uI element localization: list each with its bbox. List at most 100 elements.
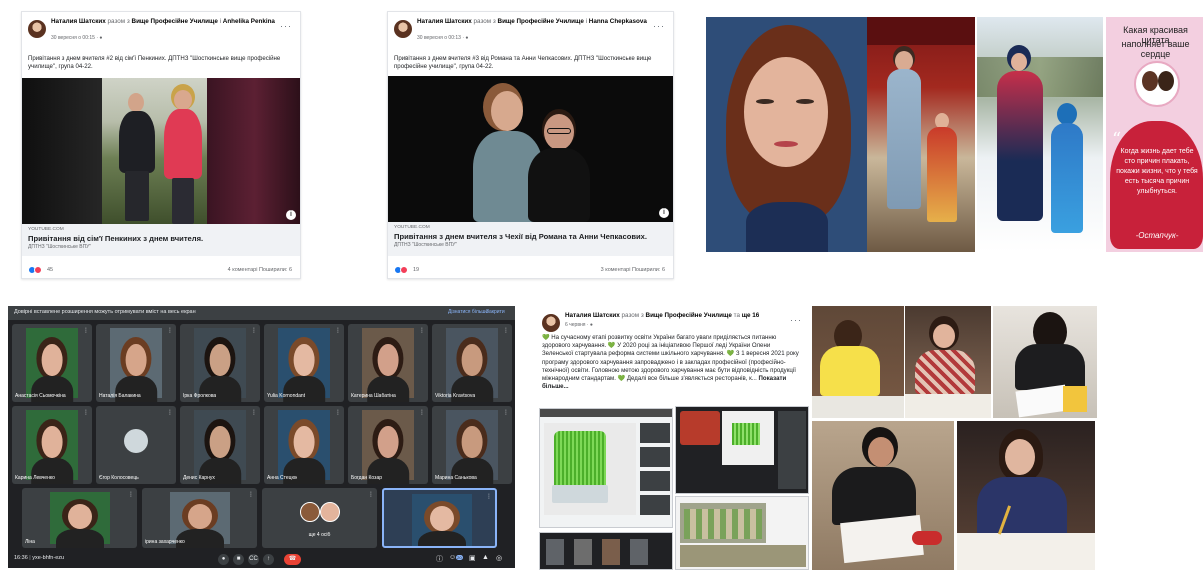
meeting-time: 16:36 | yxe-bhfn-ezu (14, 555, 64, 561)
mic-muted-icon: ⋮ (335, 328, 341, 334)
info-icon[interactable]: i (659, 208, 669, 218)
participant-count-badge: 20 (456, 555, 463, 560)
more-options-icon[interactable]: ··· (653, 21, 665, 31)
video-feed (278, 328, 330, 402)
tagged-name[interactable]: ще 16 (742, 312, 760, 319)
student-photo-3 (993, 306, 1097, 418)
participant-tile[interactable]: ⋮ Карина Левченко (12, 406, 92, 484)
post-footer: 19 3 коментарі Поширили: 6 (394, 265, 665, 277)
tagged-name[interactable]: Anhelika Penkina (223, 18, 275, 25)
post-date[interactable]: 6 червня · ● (565, 322, 593, 328)
participant-name: Анна Стецюк (267, 475, 298, 481)
student-photo-1 (812, 306, 904, 418)
page-name[interactable]: Вище Професійне Училище (498, 18, 584, 25)
link-title: Привітання від сім'ї Пенкиних з днем вчи… (28, 234, 204, 243)
close-banner-button[interactable]: Закрити (486, 309, 505, 315)
mic-muted-icon: ⋮ (167, 410, 173, 416)
participant-name: ще 4 осіб (308, 532, 331, 538)
link-subtitle: ДПТНЗ "Шосткинське ВПУ" (394, 242, 458, 248)
quote-photo (1134, 61, 1180, 107)
participant-tile[interactable]: ⋮ Денис Карнух (180, 406, 260, 484)
video-feed (446, 410, 498, 484)
participant-tile[interactable]: ⋮ Наталія Балакина (96, 324, 176, 402)
post-date-text: 30 вересня о 00:13 · (417, 35, 466, 41)
author-avatar[interactable] (28, 20, 46, 38)
quote-card: Какая красивая цитата наполняет ваше сер… (1106, 17, 1203, 252)
post-header: Наталия Шатских разом з Вище Професійне … (394, 18, 665, 50)
man-figure (528, 114, 590, 222)
more-options-icon[interactable]: ··· (280, 21, 292, 31)
reactions-count[interactable]: 19 (413, 267, 419, 273)
participant-tile[interactable]: ⋮ Єгор Колосовець (96, 406, 176, 484)
mic-icon[interactable]: ● (218, 554, 229, 565)
meeting-code: yxe-bhfn-ezu (32, 555, 65, 561)
end-call-icon[interactable]: ☎ (284, 554, 301, 565)
avatar (124, 429, 148, 453)
meet-banner-text: Довірні вставлене розширення можуть отри… (14, 309, 196, 315)
participant-tile[interactable]: ⋮ Анна Стецюк (264, 406, 344, 484)
participant-tile[interactable]: ⋮ (382, 488, 497, 548)
and-word: та (733, 312, 740, 319)
mic-muted-icon: ⋮ (251, 410, 257, 416)
author-avatar[interactable] (394, 20, 412, 38)
author-name[interactable]: Наталия Шатских (417, 18, 472, 25)
mic-muted-icon: ⋮ (368, 492, 374, 498)
author-avatar[interactable] (542, 314, 560, 332)
reactions-icons[interactable] (394, 266, 410, 274)
participant-name: Карина Левченко (15, 475, 55, 481)
tagged-name[interactable]: Hanna Chepkasova (589, 18, 647, 25)
activities-icon[interactable]: ▲ (482, 554, 489, 561)
screenshot-meet-grid (539, 532, 673, 570)
participant-tile[interactable]: ⋮ Ірка Фролкова (180, 324, 260, 402)
post-date[interactable]: 30 вересня о 00:13 · ● (417, 35, 468, 41)
participant-tile[interactable]: ⋮ Ліна (22, 488, 137, 548)
post-stats[interactable]: 4 коментарі Поширили: 6 (228, 267, 292, 273)
chat-icon[interactable]: ▣ (469, 554, 476, 562)
video-thumbnail[interactable]: i (22, 78, 300, 224)
link-source: YOUTUBE.COM (394, 225, 430, 230)
more-options-icon[interactable]: ··· (790, 315, 802, 325)
participant-name: Денис Карнух (183, 475, 215, 481)
and-word: і (219, 18, 222, 25)
reactions-count[interactable]: 45 (47, 267, 53, 273)
participant-tile[interactable]: ⋮ Марина Санькова (432, 406, 512, 484)
participant-tile[interactable]: ⋮ Анастасія Сьомочкіна (12, 324, 92, 402)
link-preview[interactable]: YOUTUBE.COM Привітання з днем вчителя з … (388, 222, 673, 256)
portrait-photo (706, 17, 867, 252)
video-feed (362, 410, 414, 484)
quote-signature: -Остапчук- (1135, 231, 1179, 240)
captions-icon[interactable]: CC (248, 554, 259, 565)
student-photo-4 (812, 421, 954, 570)
people-icon[interactable]: ☺20 (449, 554, 463, 561)
author-name[interactable]: Наталия Шатских (565, 312, 620, 319)
others-tile[interactable]: ⋮ ще 4 осіб (262, 488, 377, 548)
participant-tile[interactable]: ⋮ ірина захарченко (142, 488, 257, 548)
link-subtitle: ДПТНЗ "Шосткинське ВПУ" (28, 244, 92, 250)
participant-tile[interactable]: ⋮ Богдан Козар (348, 406, 428, 484)
info-icon[interactable]: i (286, 210, 296, 220)
reactions-icons[interactable] (28, 266, 44, 274)
participant-name: Марина Санькова (435, 475, 477, 481)
participant-tile[interactable]: ⋮ Viktoria Kravtsova (432, 324, 512, 402)
participant-tile[interactable]: ⋮ Yulia Kornondant (264, 324, 344, 402)
host-controls-icon[interactable]: ◎ (496, 554, 502, 562)
post-stats[interactable]: 3 коментарі Поширили: 6 (601, 267, 665, 273)
post-text: 💚 На сучасному етапі розвитку освіти Укр… (542, 334, 802, 404)
quote-body: Когда жизнь дает тебе сто причин плакать… (1116, 148, 1198, 195)
page-name[interactable]: Вище Професійне Училище (132, 18, 218, 25)
author-name[interactable]: Наталия Шатских (51, 18, 106, 25)
video-thumbnail[interactable]: i (388, 76, 673, 222)
present-icon[interactable]: ↑ (263, 554, 274, 565)
page-name[interactable]: Вище Професійне Училище (646, 312, 732, 319)
avatar (299, 502, 320, 522)
link-preview[interactable]: YOUTUBE.COM Привітання від сім'ї Пенкини… (22, 224, 300, 256)
post-date[interactable]: 30 вересня о 00:15 · ● (51, 35, 102, 41)
info-icon[interactable]: ⓘ (436, 554, 443, 564)
learn-more-button[interactable]: Дізнатися більше (448, 309, 488, 315)
mic-muted-icon: ⋮ (335, 410, 341, 416)
video-feed (110, 328, 162, 402)
participant-name: Yulia Kornondant (267, 393, 306, 399)
camera-icon[interactable]: ■ (233, 554, 244, 565)
meeting-separator: | (29, 555, 31, 561)
participant-tile[interactable]: ⋮ Катерина Шабатіна (348, 324, 428, 402)
